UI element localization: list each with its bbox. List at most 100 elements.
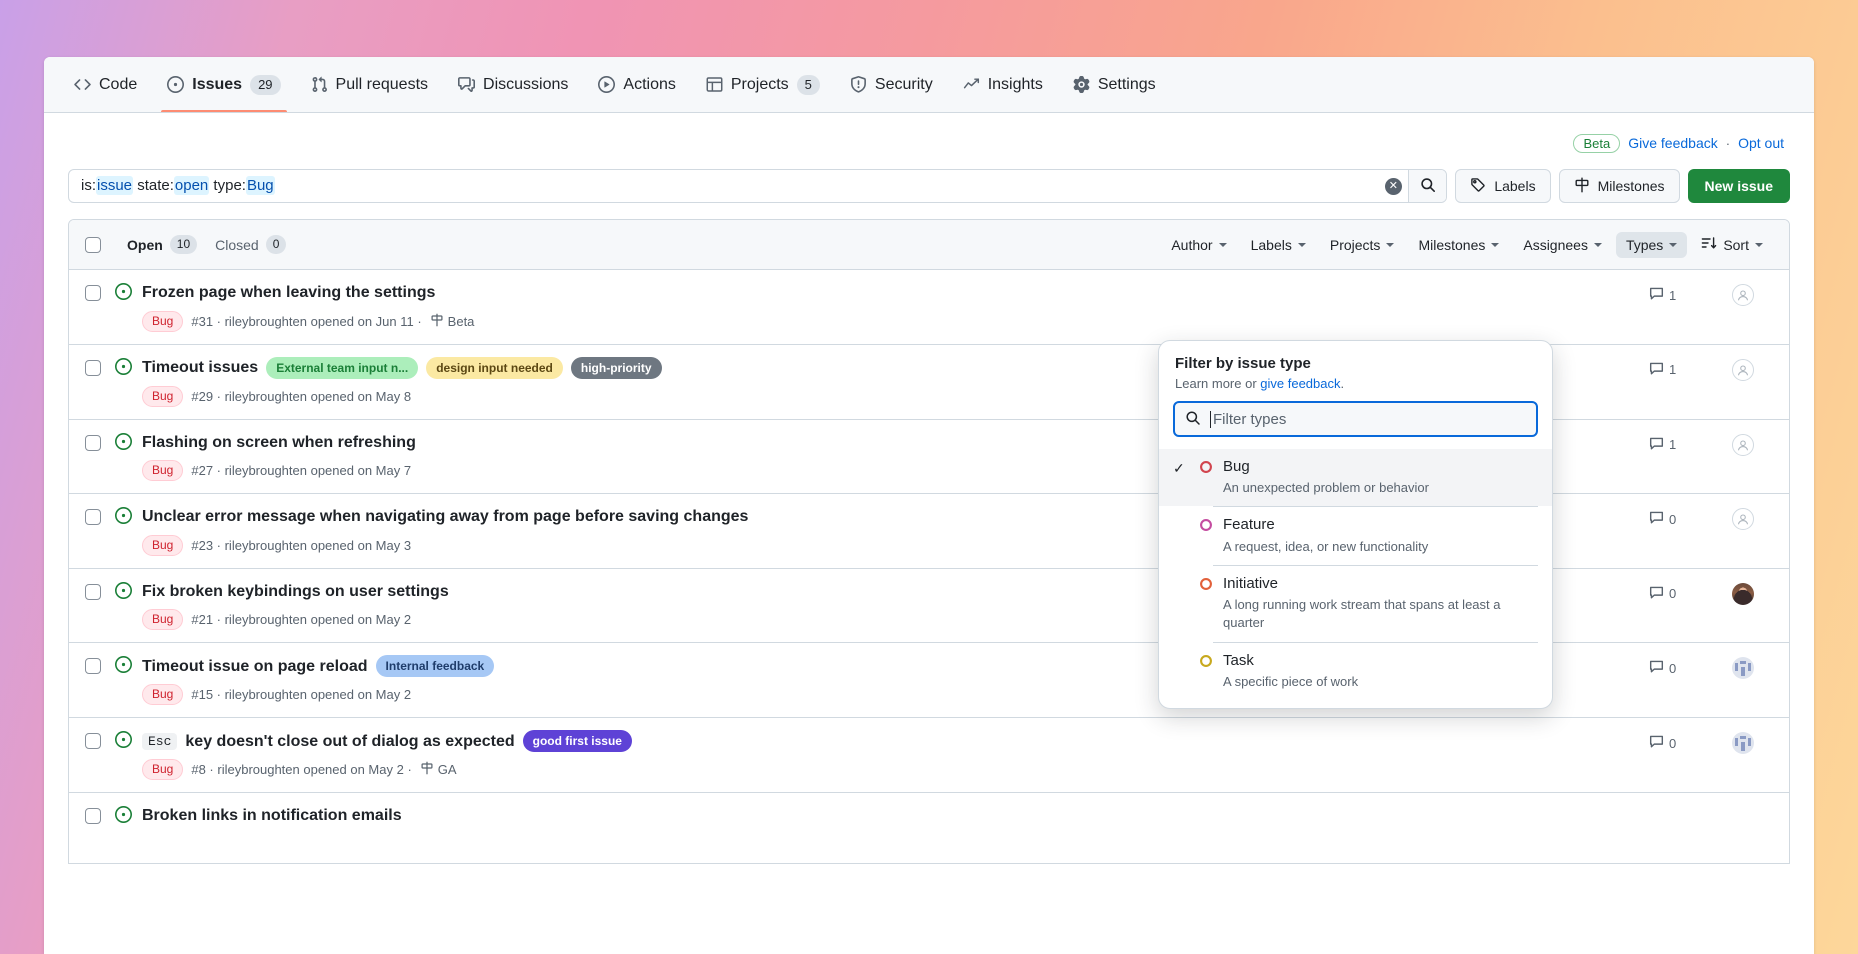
issue-comment-count[interactable]: 1 (1649, 436, 1713, 454)
issue-type-option-bug[interactable]: ✓BugAn unexpected problem or behavior (1159, 449, 1552, 506)
filter-labels[interactable]: Labels (1241, 232, 1316, 258)
milestones-button[interactable]: Milestones (1559, 169, 1680, 203)
issue-row-checkbox[interactable] (85, 733, 101, 749)
search-box[interactable]: is:issue state:open type:Bug ✕ (68, 169, 1447, 203)
issue-title-line: Broken links in notification emails (142, 805, 1773, 827)
issues-list-header: Open 10 Closed 0 Author Labels (69, 220, 1789, 270)
nav-tab-code[interactable]: Code (60, 57, 151, 112)
avatar[interactable] (1732, 434, 1754, 456)
issue-title[interactable]: Flashing on screen when refreshing (142, 432, 416, 454)
issue-row-checkbox[interactable] (85, 435, 101, 451)
issue-type-pill[interactable]: Bug (142, 684, 183, 705)
issue-label[interactable]: high-priority (571, 357, 662, 379)
issue-type-pill[interactable]: Bug (142, 386, 183, 407)
issue-milestone[interactable]: Beta (430, 313, 475, 330)
issue-label[interactable]: External team input n... (266, 357, 418, 379)
issue-title[interactable]: Frozen page when leaving the settings (142, 282, 435, 304)
issue-row-checkbox[interactable] (85, 584, 101, 600)
issue-comment-count[interactable]: 0 (1649, 734, 1713, 752)
tab-open[interactable]: Open 10 (127, 235, 197, 254)
nav-tab-insights[interactable]: Insights (949, 57, 1057, 112)
filter-projects-label: Projects (1330, 237, 1381, 253)
issue-comment-count[interactable]: 0 (1649, 585, 1713, 603)
issue-comment-count[interactable]: 0 (1649, 659, 1713, 677)
issue-type-option-initiative[interactable]: InitiativeA long running work stream tha… (1159, 566, 1552, 642)
issue-type-option-feature[interactable]: FeatureA request, idea, or new functiona… (1159, 507, 1552, 564)
avatar[interactable] (1732, 359, 1754, 381)
clear-search-button[interactable]: ✕ (1378, 170, 1408, 202)
nav-tab-actions[interactable]: Actions (584, 57, 689, 112)
issue-assignee-avatar-slot (1713, 284, 1773, 306)
labels-button[interactable]: Labels (1455, 169, 1550, 203)
issue-type-option-task[interactable]: TaskA specific piece of work (1159, 643, 1552, 700)
table-icon (706, 76, 723, 93)
check-icon (1173, 574, 1189, 577)
sort-button[interactable]: Sort (1691, 230, 1773, 259)
issue-row-checkbox[interactable] (85, 360, 101, 376)
avatar[interactable] (1732, 732, 1754, 754)
avatar[interactable] (1732, 508, 1754, 530)
issue-row-checkbox[interactable] (85, 808, 101, 824)
issue-meta-text: #21 · rileybroughten opened on May 2 (191, 612, 411, 627)
nav-tab-label: Actions (623, 76, 675, 94)
opt-out-link[interactable]: Opt out (1738, 135, 1784, 151)
filter-types-input-placeholder: Filter types (1210, 411, 1286, 428)
tab-closed[interactable]: Closed 0 (215, 235, 286, 254)
issue-type-pill[interactable]: Bug (142, 460, 183, 481)
filter-types-input[interactable]: Filter types (1173, 401, 1538, 437)
issue-title[interactable]: Timeout issue on page reload (142, 656, 368, 678)
chevron-down-icon (1219, 243, 1227, 247)
avatar[interactable] (1732, 657, 1754, 679)
search-input[interactable]: is:issue state:open type:Bug (69, 170, 1378, 202)
issue-comment-count[interactable]: 1 (1649, 286, 1713, 304)
issue-row[interactable]: Broken links in notification emails (69, 793, 1789, 863)
filter-assignees[interactable]: Assignees (1513, 232, 1612, 258)
nav-tab-discussions[interactable]: Discussions (444, 57, 582, 112)
filter-labels-label: Labels (1251, 237, 1292, 253)
filter-milestones[interactable]: Milestones (1408, 232, 1509, 258)
nav-tab-security[interactable]: Security (836, 57, 947, 112)
issue-label[interactable]: Internal feedback (376, 655, 495, 677)
nav-tab-settings[interactable]: Settings (1059, 57, 1170, 112)
new-issue-button[interactable]: New issue (1688, 169, 1790, 203)
issue-title[interactable]: Fix broken keybindings on user settings (142, 581, 449, 603)
issue-meta: Bug#31 · rileybroughten opened on Jun 11… (142, 311, 1649, 332)
issue-row[interactable]: Frozen page when leaving the settings Bug… (69, 270, 1789, 345)
issue-title[interactable]: key doesn't close out of dialog as expec… (185, 731, 514, 753)
search-submit-button[interactable] (1408, 170, 1446, 202)
issue-title[interactable]: Timeout issues (142, 357, 258, 379)
issue-comment-count-value: 1 (1669, 437, 1676, 452)
issue-label[interactable]: design input needed (426, 357, 563, 379)
select-all-checkbox[interactable] (85, 237, 101, 253)
nav-tab-projects[interactable]: Projects 5 (692, 57, 834, 112)
issue-title[interactable]: Broken links in notification emails (142, 805, 402, 827)
nav-tab-pull-requests[interactable]: Pull requests (297, 57, 443, 112)
issue-label[interactable]: good first issue (523, 730, 632, 752)
give-feedback-link[interactable]: Give feedback (1628, 135, 1718, 151)
issue-type-pill[interactable]: Bug (142, 535, 183, 556)
issue-row-checkbox[interactable] (85, 658, 101, 674)
issue-comment-count-value: 1 (1669, 288, 1676, 303)
issue-row[interactable]: Esckey doesn't close out of dialog as ex… (69, 718, 1789, 793)
code-icon (74, 76, 91, 93)
issue-type-pill[interactable]: Bug (142, 311, 183, 332)
issue-row-checkbox[interactable] (85, 509, 101, 525)
filter-author[interactable]: Author (1161, 232, 1236, 258)
nav-tab-label: Pull requests (336, 76, 429, 94)
issue-type-circle-icon (1199, 457, 1213, 477)
nav-tab-issues[interactable]: Issues 29 (153, 57, 294, 112)
nav-tab-label: Settings (1098, 76, 1156, 94)
issue-milestone[interactable]: GA (420, 761, 457, 778)
avatar[interactable] (1732, 583, 1754, 605)
filter-projects[interactable]: Projects (1320, 232, 1405, 258)
issue-assignee-avatar-slot (1713, 508, 1773, 530)
issue-row-checkbox[interactable] (85, 285, 101, 301)
filter-types[interactable]: Types (1616, 232, 1687, 258)
issue-type-pill[interactable]: Bug (142, 609, 183, 630)
issue-comment-count[interactable]: 1 (1649, 361, 1713, 379)
issue-title[interactable]: Unclear error message when navigating aw… (142, 506, 748, 528)
dropdown-give-feedback-link[interactable]: give feedback (1260, 376, 1340, 391)
issue-type-pill[interactable]: Bug (142, 759, 183, 780)
avatar[interactable] (1732, 284, 1754, 306)
issue-comment-count[interactable]: 0 (1649, 510, 1713, 528)
